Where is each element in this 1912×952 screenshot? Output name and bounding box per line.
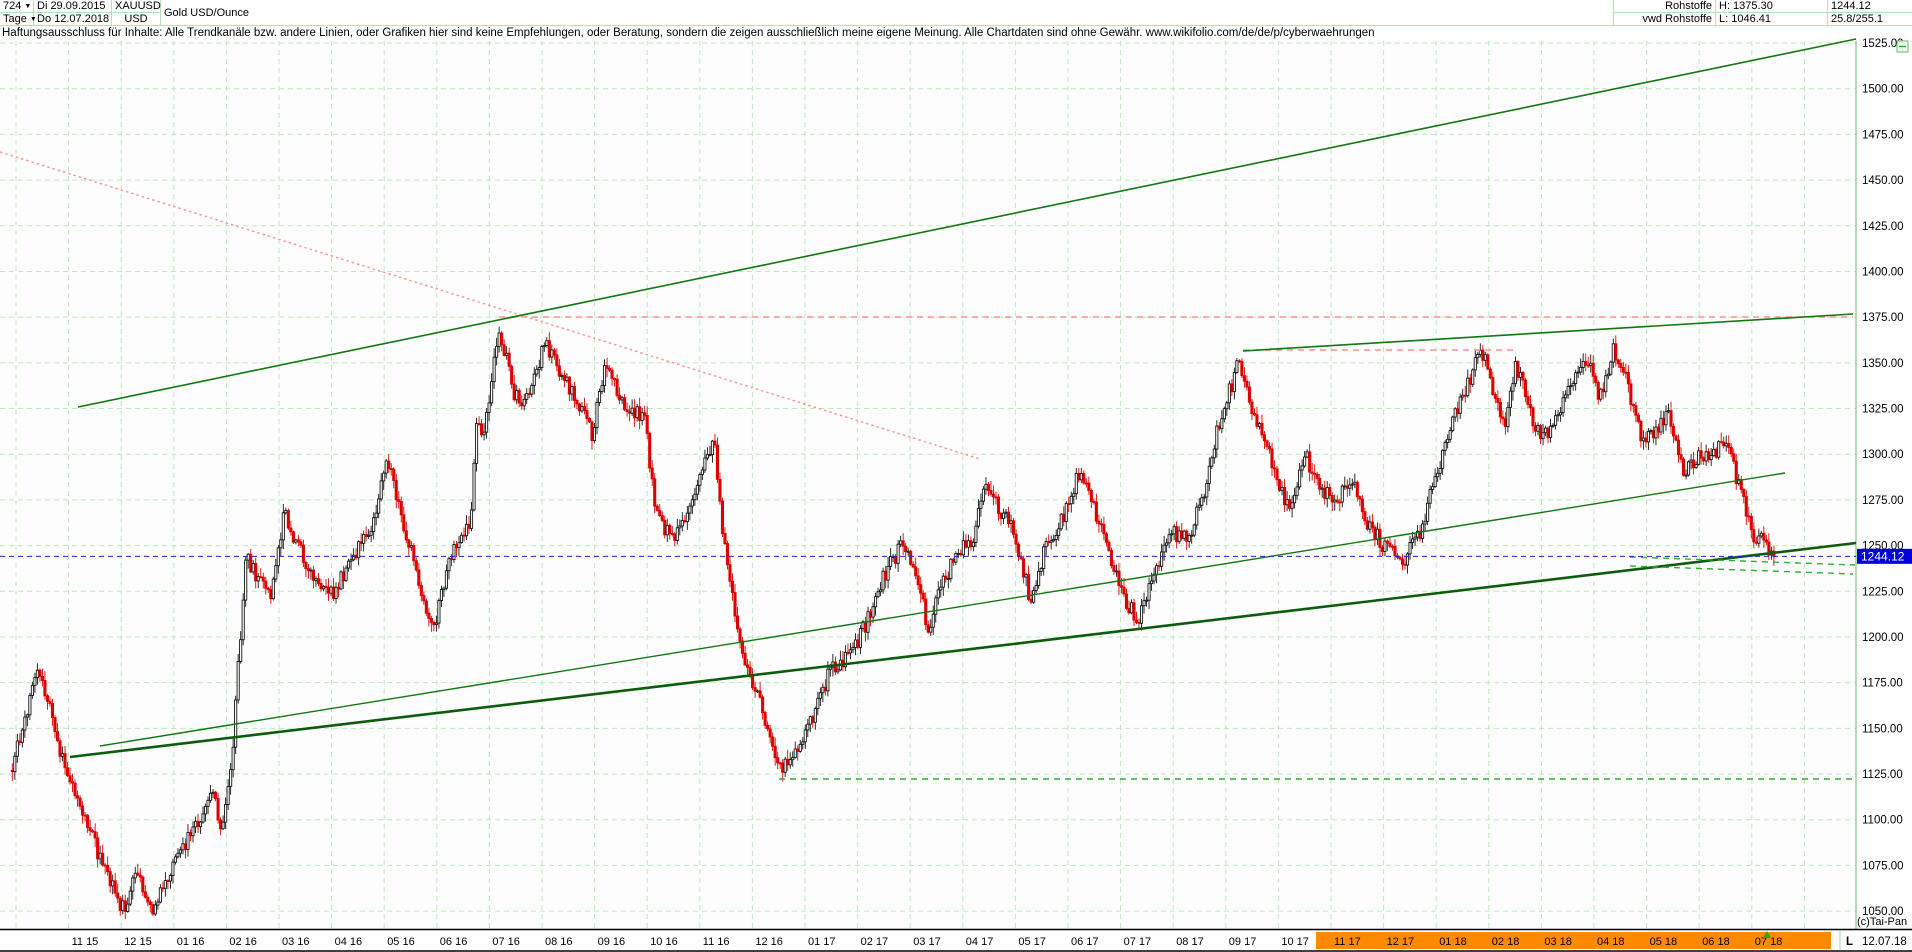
svg-text:07 17: 07 17 [1124, 936, 1152, 948]
svg-text:02 16: 02 16 [229, 936, 257, 948]
period-unit: Tage [3, 13, 27, 25]
svg-text:1400.00: 1400.00 [1862, 266, 1904, 278]
svg-text:03 17: 03 17 [913, 936, 941, 948]
symbol-label: XAUUSD [115, 0, 161, 12]
chevron-down-icon: ▼ [24, 3, 31, 10]
svg-text:1375.00: 1375.00 [1862, 312, 1904, 324]
svg-text:04 16: 04 16 [335, 936, 363, 948]
date-from: Di 29.09.2015 [34, 0, 112, 13]
last-label: L [1846, 936, 1853, 948]
svg-text:07 16: 07 16 [492, 936, 520, 948]
svg-text:1225.00: 1225.00 [1862, 586, 1904, 598]
svg-text:1125.00: 1125.00 [1862, 769, 1903, 781]
svg-text:08 16: 08 16 [545, 936, 573, 948]
svg-text:1500.00: 1500.00 [1862, 84, 1904, 96]
svg-text:1200.00: 1200.00 [1862, 632, 1904, 644]
source-cell: vwd Rohstoffe [1613, 13, 1716, 26]
svg-text:05 16: 05 16 [387, 936, 415, 948]
collapse-icon[interactable] [1897, 41, 1908, 52]
svg-text:1075.00: 1075.00 [1862, 860, 1904, 872]
svg-text:11 17: 11 17 [1334, 936, 1361, 948]
symbol-cell: XAUUSD [112, 0, 161, 13]
svg-text:02 17: 02 17 [861, 936, 889, 948]
period-value-dropdown[interactable]: 724 ▼ [0, 0, 34, 13]
svg-text:1275.00: 1275.00 [1862, 495, 1904, 507]
svg-text:06 16: 06 16 [440, 936, 468, 948]
svg-text:06 18: 06 18 [1702, 936, 1730, 948]
svg-text:10 16: 10 16 [650, 936, 678, 948]
date-to: Do 12.07.2018 [34, 13, 112, 26]
svg-text:1175.00: 1175.00 [1862, 678, 1903, 690]
plot-area[interactable] [0, 41, 1856, 930]
date-to-label: Do 12.07.2018 [37, 13, 109, 25]
price-chart-canvas[interactable]: 1525.001500.001475.001450.001425.001400.… [0, 0, 1912, 952]
svg-text:01 16: 01 16 [177, 936, 205, 948]
last-price-label: 1244.12 [1831, 0, 1871, 12]
svg-text:1325.00: 1325.00 [1862, 404, 1904, 416]
svg-text:1475.00: 1475.00 [1862, 129, 1904, 141]
range-info-label: 25.8/255.1 [1831, 13, 1883, 25]
period-high-cell: H: 1375.30 [1716, 0, 1828, 13]
svg-text:04 18: 04 18 [1597, 936, 1625, 948]
svg-text:04 17: 04 17 [966, 936, 994, 948]
svg-text:1350.00: 1350.00 [1862, 358, 1904, 370]
svg-text:03 16: 03 16 [282, 936, 310, 948]
period-unit-dropdown[interactable]: Tage ▼ [0, 13, 34, 26]
svg-text:10 17: 10 17 [1281, 936, 1309, 948]
last-price-cell: 1244.12 [1828, 0, 1912, 13]
source-label: vwd Rohstoffe [1642, 13, 1712, 25]
svg-text:1244.12: 1244.12 [1861, 549, 1905, 563]
category-cell: Rohstoffe [1613, 0, 1716, 13]
chart-application-window: 1525.001500.001475.001450.001425.001400.… [0, 0, 1912, 952]
copyright-label: (c)Tai-Pan [1857, 916, 1907, 928]
svg-text:12 16: 12 16 [755, 936, 783, 948]
svg-text:11 15: 11 15 [72, 936, 99, 948]
svg-text:09 16: 09 16 [598, 936, 626, 948]
svg-text:12 15: 12 15 [124, 936, 152, 948]
date-from-label: Di 29.09.2015 [37, 0, 106, 12]
instrument-name: Gold USD/Ounce [164, 7, 249, 19]
svg-text:08 17: 08 17 [1176, 936, 1204, 948]
period-value: 724 [3, 0, 21, 12]
svg-text:05 18: 05 18 [1650, 936, 1678, 948]
svg-text:11 16: 11 16 [703, 936, 730, 948]
svg-text:01 18: 01 18 [1439, 936, 1467, 948]
svg-text:1300.00: 1300.00 [1862, 449, 1904, 461]
svg-text:06 17: 06 17 [1071, 936, 1099, 948]
currency-label: USD [124, 13, 147, 25]
svg-text:03 18: 03 18 [1544, 936, 1572, 948]
period-high-label: H: 1375.30 [1719, 0, 1773, 12]
disclaimer-text: Haftungsausschluss für Inhalte: Alle Tre… [2, 26, 1910, 41]
last-date: 12.07.18 [1862, 936, 1907, 948]
svg-text:1150.00: 1150.00 [1862, 723, 1903, 735]
period-low-label: L: 1046.41 [1719, 13, 1771, 25]
svg-text:1425.00: 1425.00 [1862, 221, 1904, 233]
category-label: Rohstoffe [1665, 0, 1712, 12]
svg-text:12 17: 12 17 [1387, 936, 1415, 948]
range-info-cell: 25.8/255.1 [1828, 13, 1912, 26]
svg-text:05 17: 05 17 [1018, 936, 1046, 948]
svg-text:02 18: 02 18 [1492, 936, 1520, 948]
svg-text:1100.00: 1100.00 [1862, 815, 1903, 827]
toolbar: 724 ▼ Tage ▼ Di 29.09.2015 Do 12.07.2018… [0, 0, 1912, 26]
period-low-cell: L: 1046.41 [1716, 13, 1828, 26]
currency-cell: USD [112, 13, 161, 26]
svg-text:09 17: 09 17 [1229, 936, 1257, 948]
svg-text:01 17: 01 17 [808, 936, 836, 948]
instrument-name-cell: Gold USD/Ounce [161, 0, 1613, 26]
svg-text:1450.00: 1450.00 [1862, 175, 1904, 187]
